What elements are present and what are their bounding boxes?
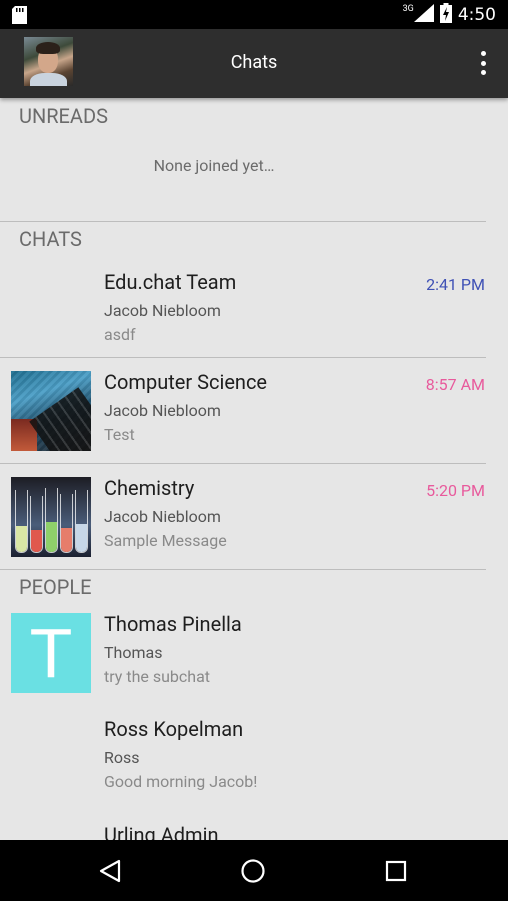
chat-sender: Jacob Niebloom xyxy=(104,401,221,420)
chat-last-message: asdf xyxy=(104,325,136,344)
app-toolbar: Chats xyxy=(0,29,508,98)
chat-sender: Jacob Niebloom xyxy=(104,301,221,320)
chat-list[interactable]: UNREADS None joined yet… CHATS Edu.chat … xyxy=(0,98,508,840)
person-name: Thomas Pinella xyxy=(104,612,242,636)
chat-sender: Jacob Niebloom xyxy=(104,507,221,526)
home-icon[interactable] xyxy=(240,858,266,884)
divider xyxy=(0,569,486,570)
unreads-header: UNREADS xyxy=(19,104,108,128)
toolbar-title: Chats xyxy=(230,52,278,73)
person-last-message: try the subchat xyxy=(104,667,211,686)
chat-item-chemistry[interactable]: Chemistry Jacob Niebloom Sample Message … xyxy=(0,468,508,574)
chat-name: Edu.chat Team xyxy=(104,270,237,294)
system-nav-bar xyxy=(0,840,508,901)
chat-time: 2:41 PM xyxy=(426,275,485,294)
chat-item-edu-chat-team[interactable]: Edu.chat Team Jacob Niebloom asdf 2:41 P… xyxy=(0,262,508,368)
person-name: Ross Kopelman xyxy=(104,717,244,741)
person-sender: Thomas xyxy=(104,643,163,662)
network-type: 3G xyxy=(402,4,414,14)
status-bar: 3G 4:50 xyxy=(0,0,508,29)
sd-card-icon xyxy=(12,6,27,28)
chat-name: Computer Science xyxy=(104,370,268,394)
person-item-ross-kopelman[interactable]: Ross Kopelman Ross Good morning Jacob! xyxy=(0,709,508,815)
person-name: Urling Admin xyxy=(104,823,219,840)
divider xyxy=(0,463,486,464)
person-sender: Ross xyxy=(104,748,140,767)
divider xyxy=(0,221,486,222)
chat-last-message: Sample Message xyxy=(104,531,227,550)
chats-header: CHATS xyxy=(19,227,82,251)
chat-item-computer-science[interactable]: Computer Science Jacob Niebloom Test 8:5… xyxy=(0,362,508,468)
people-header: PEOPLE xyxy=(19,575,92,599)
chat-time: 5:20 PM xyxy=(426,481,485,500)
letter-avatar: T xyxy=(11,613,91,693)
status-time: 4:50 xyxy=(457,5,496,25)
person-last-message: Good morning Jacob! xyxy=(104,772,258,791)
chat-time: 8:57 AM xyxy=(425,375,485,394)
chat-name: Chemistry xyxy=(104,476,195,500)
chat-last-message: Test xyxy=(104,425,135,444)
back-icon[interactable] xyxy=(97,858,123,884)
overflow-menu-icon[interactable] xyxy=(478,51,488,75)
test-tubes-image xyxy=(11,477,91,557)
battery-charging-icon xyxy=(439,3,452,27)
divider xyxy=(0,357,486,358)
person-item-urling-admin[interactable]: Urling Admin xyxy=(0,815,508,840)
keyboard-image xyxy=(11,371,91,451)
signal-icon xyxy=(413,4,434,26)
recents-icon[interactable] xyxy=(383,858,409,884)
unreads-empty-text: None joined yet… xyxy=(153,156,275,175)
person-item-thomas-pinella[interactable]: T Thomas Pinella Thomas try the subchat xyxy=(0,604,508,710)
